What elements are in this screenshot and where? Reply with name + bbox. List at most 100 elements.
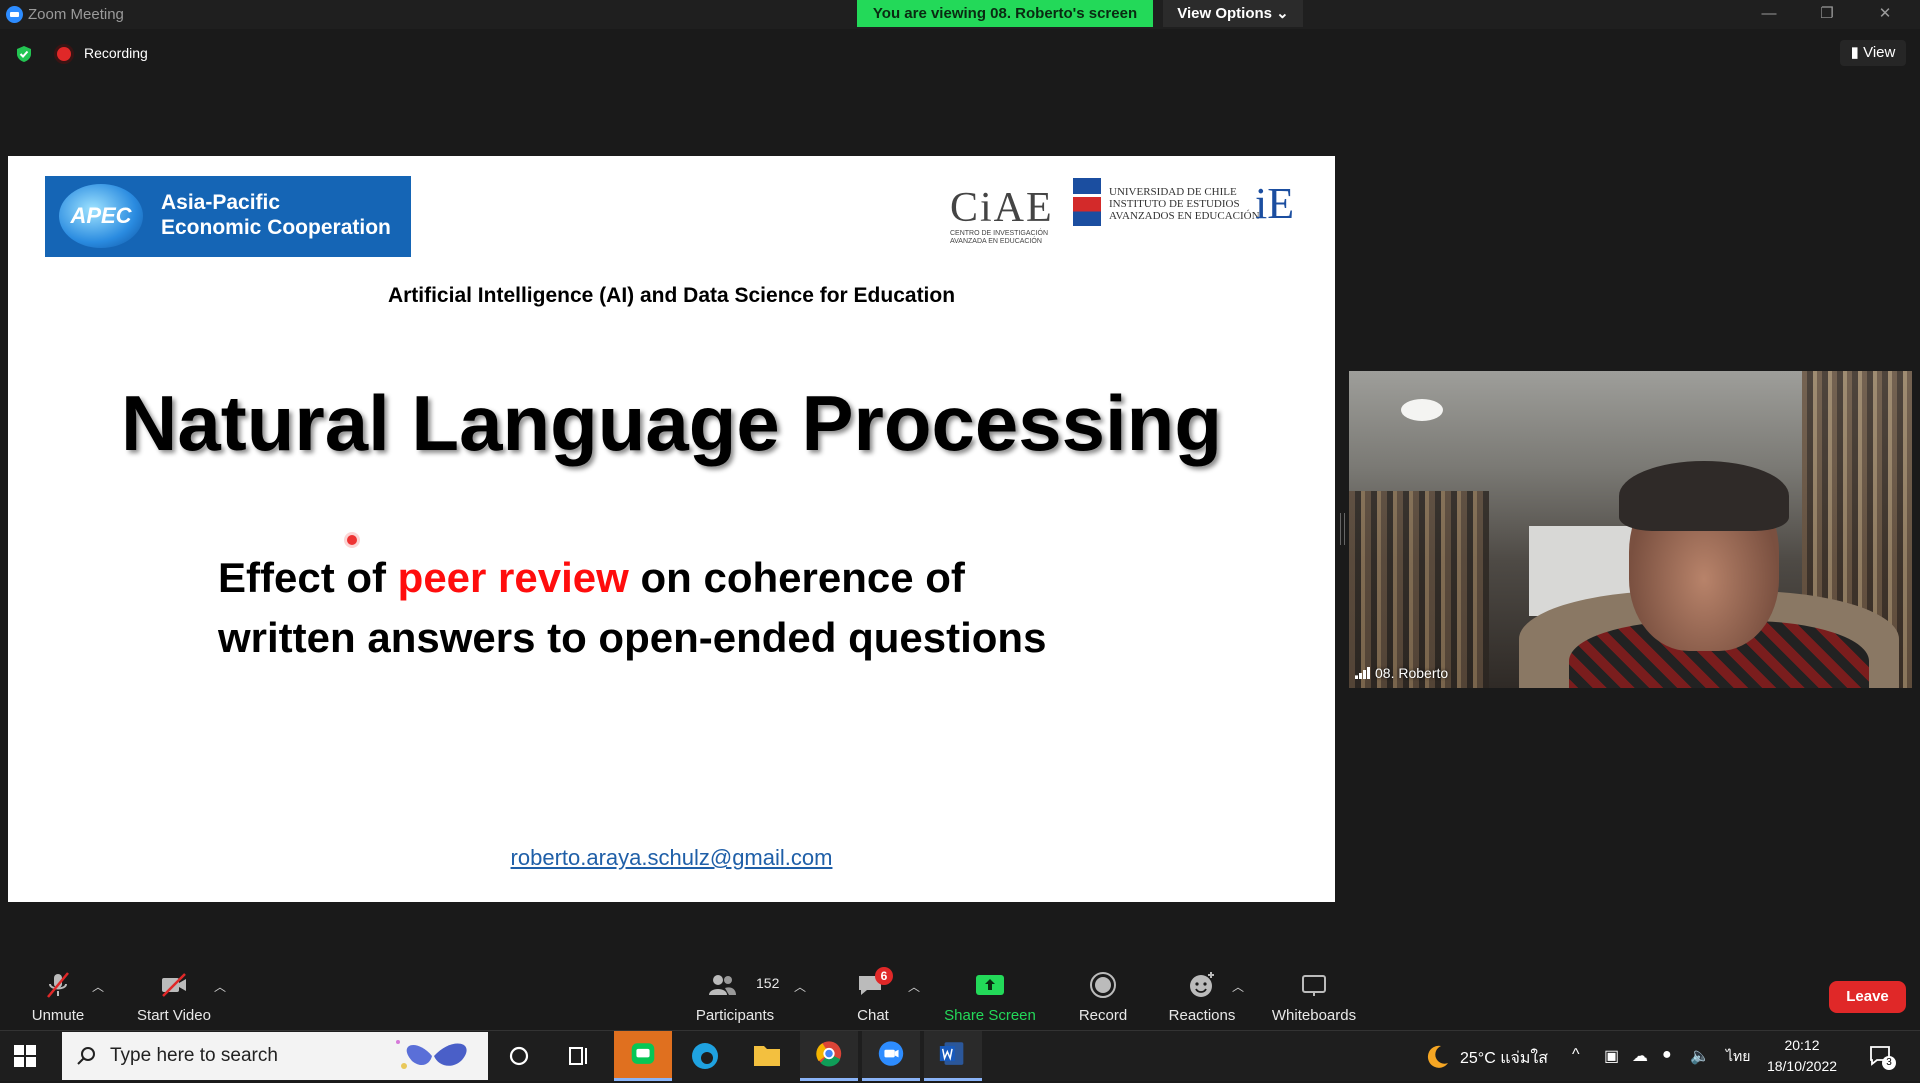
record-icon xyxy=(1090,972,1116,998)
leave-button[interactable]: Leave xyxy=(1829,981,1906,1013)
record-label: Record xyxy=(1078,1007,1128,1024)
participants-count: 152 xyxy=(756,975,780,991)
ciae-logo-text: CiAE xyxy=(950,185,1054,231)
record-button[interactable]: Record xyxy=(1072,958,1134,1030)
uchile-ie-text: iE xyxy=(1255,179,1295,228)
tray-chevron-icon[interactable]: ^ xyxy=(1572,1046,1580,1064)
recording-label: Recording xyxy=(84,45,148,61)
edge-browser-icon[interactable] xyxy=(676,1031,734,1081)
zoom-logo-icon xyxy=(6,6,23,23)
chat-label: Chat xyxy=(857,1007,889,1024)
subtitle-highlight: peer review xyxy=(397,554,629,601)
video-camera-off-icon xyxy=(162,973,186,997)
laser-pointer-icon xyxy=(347,535,357,545)
email-link[interactable]: roberto.araya.schulz@gmail.com xyxy=(8,845,1335,871)
unmute-button[interactable]: Unmute xyxy=(22,958,94,1030)
whiteboards-button[interactable]: Whiteboards xyxy=(1268,958,1360,1030)
chat-chevron-icon[interactable]: ︿ xyxy=(908,978,920,995)
participants-button[interactable]: 152 Participants xyxy=(690,958,780,1030)
cortana-icon[interactable] xyxy=(490,1031,548,1081)
panel-splitter-handle[interactable] xyxy=(1340,513,1345,545)
word-app-icon[interactable] xyxy=(924,1031,982,1081)
start-video-button[interactable]: Start Video xyxy=(130,958,218,1030)
uchile-logo-text: UNIVERSIDAD DE CHILE INSTITUTO DE ESTUDI… xyxy=(1109,186,1260,222)
view-button-label: View xyxy=(1863,44,1896,61)
line-app-icon[interactable] xyxy=(614,1031,672,1081)
audio-options-chevron-icon[interactable]: ︿ xyxy=(92,978,104,995)
chat-unread-badge: 6 xyxy=(875,967,893,985)
subtitle-part1: Effect of xyxy=(218,554,398,601)
notification-center-icon[interactable]: 3 xyxy=(1868,1043,1896,1070)
meet-now-icon[interactable]: ▣ xyxy=(1604,1046,1619,1066)
participants-chevron-icon[interactable]: ︿ xyxy=(794,978,806,995)
input-language[interactable]: ไทย xyxy=(1726,1046,1750,1068)
uchile-line2: INSTITUTO DE ESTUDIOS xyxy=(1109,198,1240,210)
clock-time: 20:12 xyxy=(1784,1037,1820,1053)
video-ceiling-lamp xyxy=(1401,399,1443,421)
zoom-app-icon[interactable] xyxy=(862,1031,920,1081)
close-button[interactable]: ✕ xyxy=(1862,0,1908,29)
share-screen-button[interactable]: Share Screen xyxy=(940,958,1040,1030)
window-title: Zoom Meeting xyxy=(28,6,124,23)
subtitle-part2: on coherence of xyxy=(628,554,965,601)
view-layout-icon: ▮ xyxy=(1850,44,1859,61)
reactions-label: Reactions xyxy=(1168,1007,1236,1024)
participants-icon xyxy=(709,975,737,995)
event-title: Artificial Intelligence (AI) and Data Sc… xyxy=(387,284,956,307)
slide-main-title: Natural Language Processing xyxy=(121,379,1222,467)
chrome-browser-icon[interactable] xyxy=(800,1031,858,1081)
video-options-chevron-icon[interactable]: ︿ xyxy=(214,978,226,995)
video-bookshelf-left xyxy=(1349,491,1489,688)
windows-taskbar: Type here to search 25°C แจ่มใส ^ ▣ ☁ ● … xyxy=(0,1030,1920,1081)
search-icon xyxy=(77,1047,95,1065)
task-view-icon[interactable] xyxy=(550,1031,608,1081)
minimize-button[interactable]: — xyxy=(1746,0,1792,29)
viewing-banner: You are viewing 08. Roberto's screen xyxy=(857,0,1153,27)
weather-moon-icon xyxy=(1427,1045,1448,1068)
taskbar-search-box[interactable]: Type here to search xyxy=(62,1032,488,1080)
share-screen-icon xyxy=(976,975,1004,995)
apec-logo: APEC Asia-Pacific Economic Cooperation xyxy=(45,176,411,257)
search-highlight-butterfly-icon xyxy=(396,1040,467,1069)
uchile-line3: AVANZADOS EN EDUCACIÓN xyxy=(1109,210,1260,222)
reactions-button[interactable]: Reactions xyxy=(1166,958,1238,1030)
restore-button[interactable]: ❐ xyxy=(1804,0,1850,29)
recording-icon xyxy=(57,47,71,61)
whiteboards-label: Whiteboards xyxy=(1271,1007,1357,1024)
video-person-hair xyxy=(1619,461,1789,531)
apec-logo-text: Asia-Pacific Economic Cooperation xyxy=(161,190,391,240)
security-shield-icon[interactable] xyxy=(15,45,33,63)
start-video-label: Start Video xyxy=(137,1007,211,1024)
meeting-toolbar: Unmute ︿ Start Video ︿ 152 Participants … xyxy=(0,958,1920,1030)
uchile-shield-icon xyxy=(1073,178,1101,226)
reactions-emoji-icon xyxy=(1190,972,1214,997)
participants-label: Participants xyxy=(695,1007,775,1024)
microphone-tray-icon[interactable]: ● xyxy=(1662,1046,1672,1064)
speaker-volume-icon[interactable]: 🔈 xyxy=(1690,1046,1710,1066)
onedrive-cloud-icon[interactable]: ☁ xyxy=(1632,1046,1648,1066)
microphone-muted-icon xyxy=(47,972,69,998)
weather-text[interactable]: 25°C แจ่มใส xyxy=(1460,1046,1548,1071)
reactions-chevron-icon[interactable]: ︿ xyxy=(1232,978,1244,995)
taskbar-clock[interactable]: 20:12 18/10/2022 xyxy=(1760,1035,1844,1077)
view-options-button[interactable]: View Options ⌄ xyxy=(1163,0,1303,27)
apec-line2: Economic Cooperation xyxy=(161,216,391,239)
slide-subtitle: Effect of peer review on coherence of wr… xyxy=(218,548,1046,668)
apec-globe-icon: APEC xyxy=(59,184,143,248)
connection-signal-icon xyxy=(1355,667,1371,679)
apec-globe-text: APEC xyxy=(70,203,132,228)
apec-line1: Asia-Pacific xyxy=(161,191,281,214)
unmute-label: Unmute xyxy=(31,1007,85,1024)
subtitle-line2: written answers to open-ended questions xyxy=(218,614,1047,661)
file-explorer-icon[interactable] xyxy=(738,1031,796,1081)
participant-name-label: 08. Roberto xyxy=(1355,665,1448,681)
share-screen-label: Share Screen xyxy=(944,1007,1036,1024)
ciae-logo-sub1: Centro de Investigación xyxy=(950,230,1049,237)
participant-video-tile[interactable]: 08. Roberto xyxy=(1349,371,1912,688)
subtitle-line1: Effect of peer review on coherence of xyxy=(218,548,1046,608)
clock-date: 18/10/2022 xyxy=(1766,1058,1838,1074)
shared-screen-slide: APEC Asia-Pacific Economic Cooperation C… xyxy=(8,156,1335,902)
windows-start-icon[interactable] xyxy=(14,1045,36,1067)
chat-button[interactable]: 6 Chat xyxy=(847,958,899,1030)
view-button[interactable]: ▮ View xyxy=(1840,40,1906,66)
